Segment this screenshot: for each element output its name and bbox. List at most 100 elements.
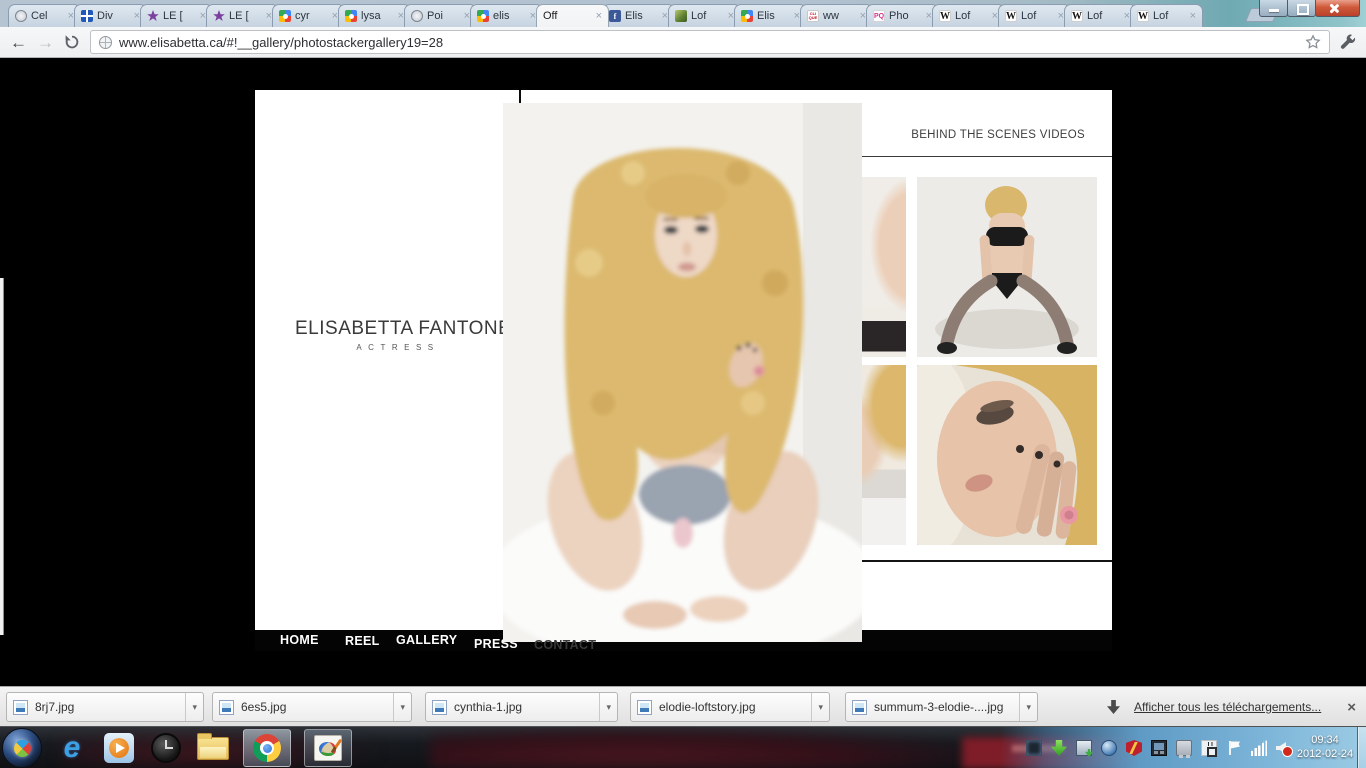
download-filename: cynthia-1.jpg [454,700,592,714]
downloads-bar-right: Afficher tous les téléchargements... × [1107,687,1356,727]
download-menu-caret[interactable]: ▾ [1019,693,1031,721]
download-menu-caret[interactable]: ▾ [185,693,197,721]
facebook-favicon: f [609,10,621,22]
download-menu-caret[interactable]: ▾ [811,693,823,721]
tab-cel[interactable]: Cel× [8,4,81,27]
download-filename: summum-3-elodie-....jpg [874,700,1012,714]
back-button[interactable]: ← [10,34,27,51]
nav-item-gallery[interactable]: GALLERY [396,633,457,647]
close-downloads-bar-icon[interactable]: × [1347,699,1356,716]
gallery-thumbnail-partial-bottom[interactable] [860,365,906,545]
purple-star-favicon [213,10,225,22]
tab-le[interactable]: LE [× [140,4,213,27]
tray-network-signal-icon[interactable] [1251,740,1267,756]
paint-taskbar-button[interactable] [304,729,352,767]
play-glyph [104,733,134,763]
tab-pho[interactable]: PQPho× [866,4,939,27]
tab-le[interactable]: LE [× [206,4,279,27]
tab-lof[interactable]: WLof× [1130,4,1203,27]
tray-antivirus-shield-icon[interactable] [1126,740,1142,756]
heading-underline [862,156,1112,157]
forward-button[interactable]: → [37,34,54,51]
wikipedia-favicon: W [1071,10,1083,22]
internet-explorer-icon[interactable]: e [55,731,89,765]
nav-item-home[interactable]: HOME [280,633,319,647]
tab-title: Off [543,10,592,22]
tab-ww[interactable]: CLI QUEww× [800,4,873,27]
media-player-icon[interactable] [102,731,136,765]
gallery-popup-photo[interactable] [503,103,862,642]
download-item[interactable]: elodie-loftstory.jpg▾ [630,692,830,722]
tray-action-center-flag-icon[interactable] [1226,740,1242,756]
gallery-thumbnail-closeup-photo[interactable] [917,365,1097,545]
quebec-flag-favicon [81,10,93,22]
tab-title: LE [ [163,10,196,22]
nav-item-reel[interactable]: REEL [345,634,380,648]
tab-title: lysa [361,10,394,22]
wikipedia-favicon: W [1005,10,1017,22]
gallery-thumbnail-partial-top[interactable] [860,177,906,357]
tab-close-icon[interactable]: × [596,11,602,21]
bookmark-star-icon[interactable] [1305,34,1321,50]
download-item[interactable]: 8rj7.jpg▾ [6,692,204,722]
download-item[interactable]: summum-3-elodie-....jpg ▾ [845,692,1038,722]
clock-date: 2012-02-24 [1294,747,1356,761]
tab-lof[interactable]: WLof× [1064,4,1137,27]
url-text[interactable]: www.elisabetta.ca/#!__gallery/photostack… [119,35,1298,50]
tab-close-icon[interactable]: × [1190,11,1196,21]
tab-lof[interactable]: WLof× [998,4,1071,27]
windows-explorer-icon[interactable] [196,731,230,765]
tab-elis[interactable]: fElis× [602,4,675,27]
google-favicon [477,10,489,22]
start-orb-icon[interactable] [2,728,42,768]
tray-network-computer-icon[interactable] [1076,740,1092,756]
clock-app-icon[interactable] [149,731,183,765]
tray-updater-icon[interactable] [1101,740,1117,756]
tab-title: Cel [31,10,64,22]
restore-button[interactable] [1287,0,1316,17]
gallery-divider-line [860,560,1112,562]
url-bar[interactable]: www.elisabetta.ca/#!__gallery/photostack… [90,30,1330,54]
tab-elis[interactable]: elis× [470,4,543,27]
tray-app-square-icon[interactable] [1026,740,1042,756]
tray-display-monitor-icon[interactable] [1151,740,1167,756]
tab-lysa[interactable]: lysa× [338,4,411,27]
close-window-button[interactable] [1315,0,1360,17]
taskbar: e 09:34 2012-02-24 [0,726,1366,768]
tab-elis[interactable]: Elis× [734,4,807,27]
chrome-taskbar-button[interactable] [243,729,291,767]
tab-lof[interactable]: Lof× [668,4,741,27]
tab-title: Lof [1087,10,1120,22]
nav-item-contact[interactable]: CONTACT [534,638,596,652]
clique-favicon: CLI QUE [807,10,819,22]
wikipedia-favicon: W [1137,10,1149,22]
show-all-downloads-link[interactable]: Afficher tous les téléchargements... [1134,700,1321,714]
taskbar-clock[interactable]: 09:34 2012-02-24 [1294,733,1356,761]
tray-download-manager-icon[interactable] [1051,740,1067,756]
globe-favicon [411,10,423,22]
download-filename: 6es5.jpg [241,700,386,714]
download-item[interactable]: 6es5.jpg ▾ [212,692,412,722]
download-item[interactable]: cynthia-1.jpg ▾ [425,692,618,722]
download-menu-caret[interactable]: ▾ [393,693,405,721]
tray-touchpad-icon[interactable] [1176,740,1192,756]
tab-lof[interactable]: WLof× [932,4,1005,27]
tab-poi[interactable]: Poi× [404,4,477,27]
reload-icon[interactable] [64,34,80,50]
logo-subtitle: ACTRESS [295,343,495,352]
gallery-thumbnail-lingerie-photo[interactable] [917,177,1097,357]
tab-cyr[interactable]: cyr× [272,4,345,27]
site-globe-icon [99,36,112,49]
tray-volume-muted-icon[interactable] [1276,740,1292,756]
wrench-menu-icon[interactable] [1340,34,1356,50]
purple-star-favicon [147,10,159,22]
show-desktop-button[interactable] [1357,727,1366,768]
page-background: ELISABETTA FANTONE ACTRESS BEHIND THE SC… [0,58,1366,686]
tab-off[interactable]: Off × [536,4,609,27]
tray-power-plug-icon[interactable] [1201,740,1217,756]
image-file-icon [432,700,447,715]
minimize-button[interactable] [1259,0,1288,17]
tab-div[interactable]: Div× [74,4,147,27]
image-file-icon [852,700,867,715]
download-menu-caret[interactable]: ▾ [599,693,611,721]
